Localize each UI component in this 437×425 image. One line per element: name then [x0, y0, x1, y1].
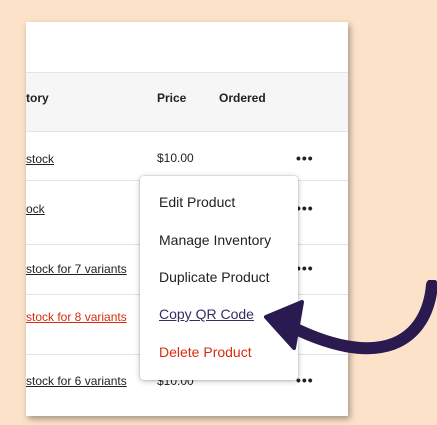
duplicate-product-menu-item[interactable]: Duplicate Product: [159, 269, 270, 285]
more-actions-icon[interactable]: •••: [296, 260, 314, 276]
inventory-link[interactable]: stock: [26, 152, 54, 166]
pointer-arrow-icon: [264, 280, 437, 355]
manage-inventory-menu-item[interactable]: Manage Inventory: [159, 232, 271, 248]
more-actions-icon[interactable]: •••: [296, 150, 314, 166]
more-actions-icon[interactable]: •••: [296, 200, 314, 216]
table-row: stock $10.00 •••: [26, 130, 348, 181]
column-header-ordered[interactable]: Ordered: [219, 91, 266, 105]
inventory-link[interactable]: stock for 7 variants: [26, 262, 127, 276]
delete-product-menu-item[interactable]: Delete Product: [159, 344, 252, 360]
price-cell: $10.00: [157, 151, 194, 165]
column-header-price[interactable]: Price: [157, 91, 186, 105]
copy-qr-code-menu-item[interactable]: Copy QR Code: [159, 306, 254, 322]
column-header-inventory[interactable]: tory: [26, 91, 49, 105]
inventory-link[interactable]: ock: [26, 202, 45, 216]
inventory-link[interactable]: stock for 8 variants: [26, 310, 127, 324]
edit-product-menu-item[interactable]: Edit Product: [159, 194, 235, 210]
table-header: tory Price Ordered: [26, 72, 348, 132]
inventory-link[interactable]: stock for 6 variants: [26, 374, 127, 388]
